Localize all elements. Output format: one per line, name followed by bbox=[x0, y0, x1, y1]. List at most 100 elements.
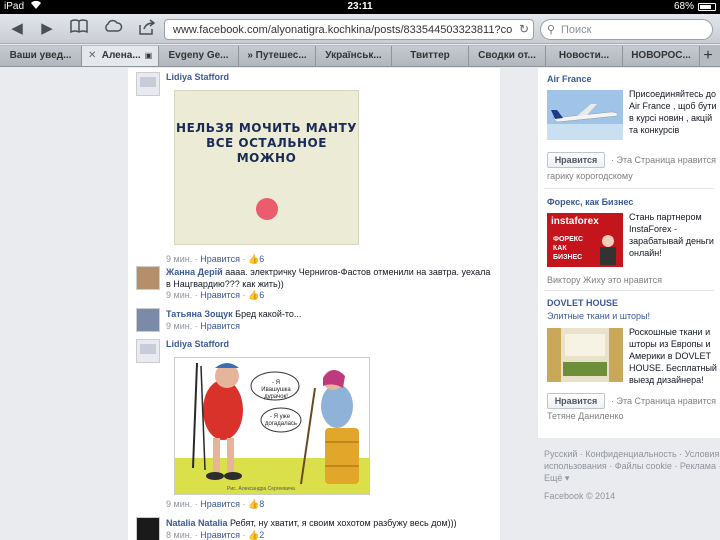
ad-image-caption: ФОРЕКС КАК БИЗНЕС bbox=[553, 236, 583, 261]
battery-percent: 68% bbox=[673, 1, 694, 12]
comment-author[interactable]: Жанна Дерій bbox=[166, 267, 223, 277]
like-count[interactable]: 2 bbox=[259, 530, 264, 540]
comment-author[interactable]: Lidiya Stafford bbox=[166, 339, 229, 349]
like-link[interactable]: Нравится bbox=[200, 290, 240, 300]
status-bar: iPad 23:11 68% bbox=[0, 0, 720, 14]
comment-body: Жанна Дерій аааа. электричку Чернигов-Фа… bbox=[166, 266, 496, 290]
comment-text: Бред какой-то... bbox=[235, 309, 302, 319]
thumbs-up-icon: 👍 bbox=[247, 530, 260, 540]
separator: · bbox=[242, 499, 246, 509]
tab-news[interactable]: Новости... bbox=[546, 46, 623, 66]
comment-time[interactable]: 8 мин. bbox=[166, 530, 192, 540]
separator: · bbox=[194, 290, 198, 300]
back-icon[interactable]: ◀ bbox=[6, 19, 28, 39]
tab-label: » Путешес... bbox=[247, 50, 307, 61]
separator: · bbox=[194, 499, 198, 509]
browser-toolbar: ◀ ▶ www.facebook.com/alyonatigra.kochkin… bbox=[0, 14, 720, 44]
ad-subtitle[interactable]: Элитные ткани и шторы! bbox=[547, 311, 650, 321]
cloud-icon[interactable] bbox=[102, 19, 124, 39]
ad-social-context: гарику корогодскому bbox=[547, 171, 633, 181]
battery-icon bbox=[698, 3, 716, 11]
tab-label: Твиттер bbox=[410, 50, 450, 61]
like-page-button[interactable]: Нравится bbox=[547, 393, 605, 409]
ad-dovlet-house: DOVLET HOUSE Элитные ткани и шторы! Роск… bbox=[547, 298, 717, 428]
comment-time[interactable]: 9 мин. bbox=[166, 321, 192, 331]
tab-travel[interactable]: » Путешес... bbox=[239, 46, 316, 66]
like-count[interactable]: 6 bbox=[259, 254, 264, 264]
separator: · bbox=[194, 321, 198, 331]
cartoon-signature: Рис. Александра Сергеевича bbox=[227, 486, 295, 492]
ad-likes-text: · Эта Страница нравится bbox=[611, 155, 716, 165]
comment-meta: 9 мин. · Нравится · 👍8 bbox=[166, 499, 264, 510]
comment-image[interactable]: НЕЛЬЗЯ МОЧИТЬ МАНТУ ВСЕ ОСТАЛЬНОЕ МОЖНО bbox=[174, 90, 359, 245]
speech-bubble-2: - Я уже догадалась bbox=[265, 414, 298, 427]
like-link[interactable]: Нравится bbox=[200, 499, 240, 509]
like-count[interactable]: 8 bbox=[259, 499, 264, 509]
tab-label: Алена... bbox=[101, 50, 141, 61]
lock-icon: ▣ bbox=[144, 51, 153, 60]
ad-title[interactable]: Air France bbox=[547, 74, 592, 84]
add-tab-icon[interactable]: + bbox=[700, 45, 716, 67]
ad-image[interactable] bbox=[547, 90, 623, 140]
ad-title[interactable]: Форекс, как Бизнес bbox=[547, 197, 633, 207]
footer-copyright: Facebook © 2014 bbox=[544, 491, 616, 501]
like-link[interactable]: Нравится bbox=[200, 321, 240, 331]
footer-more[interactable]: Ещё ▾ bbox=[544, 472, 720, 484]
instaforex-logo: instaforex bbox=[551, 216, 599, 227]
tab-notifications[interactable]: Ваши увед... bbox=[0, 46, 82, 66]
bookmarks-icon[interactable] bbox=[68, 19, 90, 39]
comment-author[interactable]: Natalia Natalia bbox=[166, 518, 228, 528]
avatar[interactable] bbox=[136, 72, 160, 96]
ad-body: Присоединяйтесь до Air France , щоб бути… bbox=[629, 89, 717, 135]
tab-ukrainian[interactable]: Українськ... bbox=[316, 46, 392, 66]
comment-meta: 9 мин. · Нравится · 👍6 bbox=[166, 254, 264, 265]
like-count[interactable]: 6 bbox=[259, 290, 264, 300]
reload-icon[interactable]: ↻ bbox=[519, 22, 529, 36]
divider bbox=[544, 188, 714, 189]
comment-meta: 9 мин. · Нравится bbox=[166, 321, 240, 331]
ad-image[interactable] bbox=[547, 328, 623, 382]
separator: · bbox=[242, 290, 246, 300]
comments-feed: Lidiya Stafford НЕЛЬЗЯ МОЧИТЬ МАНТУ ВСЕ … bbox=[128, 68, 500, 540]
tab-alena[interactable]: ✕ Алена... ▣ bbox=[82, 46, 159, 66]
ad-image[interactable]: instaforex ФОРЕКС КАК БИЗНЕС bbox=[547, 213, 623, 267]
tab-reports[interactable]: Сводки от... bbox=[469, 46, 546, 66]
like-page-button[interactable]: Нравится bbox=[547, 152, 605, 168]
comment-time[interactable]: 9 мин. bbox=[166, 254, 192, 264]
close-tab-icon[interactable]: ✕ bbox=[88, 46, 96, 66]
ad-social-context: Виктору Жиху это нравится bbox=[547, 275, 662, 285]
comment-time[interactable]: 9 мин. bbox=[166, 290, 192, 300]
url-text[interactable]: www.facebook.com/alyonatigra.kochkina/po… bbox=[173, 24, 513, 36]
avatar[interactable] bbox=[136, 339, 160, 363]
pink-dot bbox=[256, 198, 278, 220]
footer-links-2[interactable]: использования · Файлы cookie · Реклама · bbox=[544, 460, 720, 472]
ad-forex: Форекс, как Бизнес instaforex ФОРЕКС КАК… bbox=[547, 192, 717, 292]
avatar[interactable] bbox=[136, 266, 160, 290]
comment-author[interactable]: Lidiya Stafford bbox=[166, 72, 229, 82]
tab-novoros[interactable]: НОВОРОС... bbox=[623, 46, 700, 66]
avatar[interactable] bbox=[136, 308, 160, 332]
comment-body: Natalia Natalia Ребят, ну хватит, я свои… bbox=[166, 517, 496, 529]
separator: · bbox=[194, 254, 198, 264]
thumbs-up-icon: 👍 bbox=[247, 290, 260, 300]
forward-icon[interactable]: ▶ bbox=[36, 19, 58, 39]
clock: 23:11 bbox=[347, 1, 373, 12]
search-input[interactable]: ⚲ Поиск bbox=[540, 19, 713, 40]
share-icon[interactable] bbox=[136, 19, 158, 39]
like-link[interactable]: Нравится bbox=[200, 254, 240, 264]
comment-author[interactable]: Татьяна Зощук bbox=[166, 309, 233, 319]
thumbs-up-icon: 👍 bbox=[247, 499, 260, 509]
url-bar[interactable]: www.facebook.com/alyonatigra.kochkina/po… bbox=[164, 19, 534, 40]
tab-label: НОВОРОС... bbox=[631, 50, 691, 61]
ad-likes-text: · Эта Страница нравится bbox=[611, 396, 716, 406]
ad-title[interactable]: DOVLET HOUSE bbox=[547, 298, 618, 308]
separator: · bbox=[194, 530, 198, 540]
cartoon-image[interactable]: - Я Ивашушка дурачок! - Я уже догадалась… bbox=[174, 357, 370, 495]
tab-evgeny[interactable]: Evgeny Ge... bbox=[159, 46, 239, 66]
tab-twitter[interactable]: Твиттер bbox=[392, 46, 469, 66]
avatar[interactable] bbox=[136, 517, 160, 540]
comment-time[interactable]: 9 мин. bbox=[166, 499, 192, 509]
footer-links-1[interactable]: Русский · Конфиденциальность · Условия bbox=[544, 448, 720, 460]
like-link[interactable]: Нравится bbox=[200, 530, 240, 540]
tab-label: Новости... bbox=[558, 50, 610, 61]
